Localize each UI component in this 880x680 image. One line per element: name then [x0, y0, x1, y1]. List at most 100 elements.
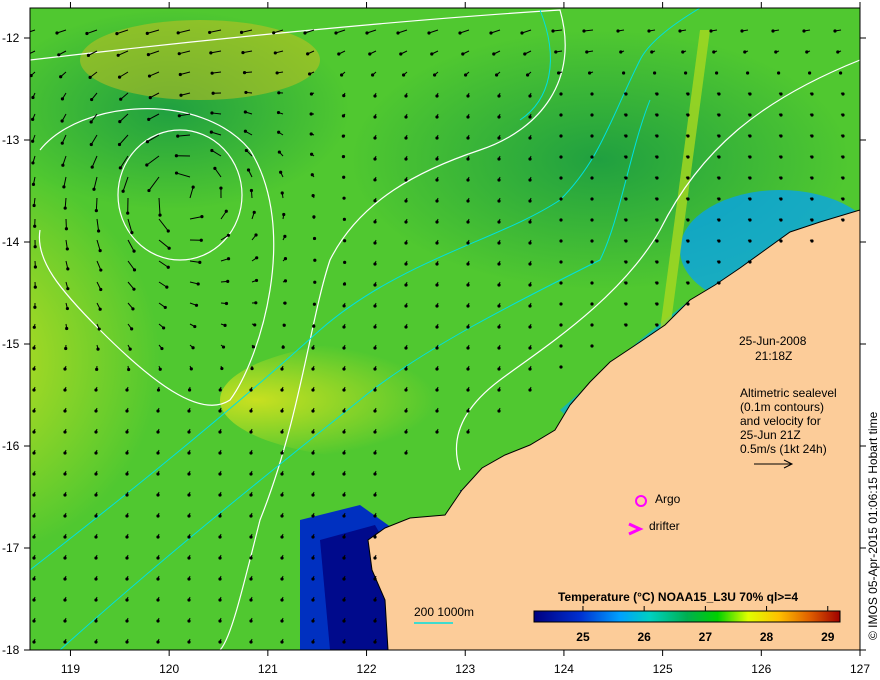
velocity-arrow-head — [404, 325, 408, 329]
velocity-arrow-head — [177, 52, 181, 56]
velocity-arrow-head — [98, 307, 102, 311]
velocity-arrow-head — [748, 134, 752, 138]
velocity-arrow-head — [125, 619, 129, 623]
velocity-arrow-head — [528, 304, 532, 308]
velocity-arrow-head — [312, 302, 317, 306]
velocity-arrow-head — [156, 619, 160, 623]
velocity-arrow-head — [717, 155, 721, 159]
velocity-arrow-head — [63, 430, 67, 434]
velocity-arrow-head — [717, 218, 721, 222]
velocity-arrow-head — [373, 136, 377, 140]
velocity-arrow-head — [125, 472, 129, 476]
velocity-arrow-head — [520, 31, 524, 35]
velocity-arrow-head — [435, 136, 439, 140]
velocity-arrow-head — [99, 268, 103, 272]
velocity-arrow-head — [590, 344, 594, 348]
velocity-arrow-head — [280, 598, 284, 602]
velocity-arrow-head — [179, 93, 183, 97]
annotation-line: 0.5m/s (1kt 24h) — [740, 442, 827, 456]
velocity-arrow-head — [435, 388, 439, 392]
velocity-arrow-head — [624, 239, 628, 243]
velocity-arrow-head — [686, 176, 690, 180]
velocity-arrow-head — [839, 71, 843, 75]
velocity-arrow-head — [244, 90, 248, 95]
velocity-arrow-head — [712, 50, 716, 54]
velocity-arrow-head — [343, 239, 347, 243]
velocity-arrow-head — [249, 409, 253, 413]
velocity-arrow-head — [125, 451, 129, 455]
velocity-arrow-head — [63, 640, 67, 644]
velocity-arrow-head — [559, 176, 563, 180]
velocity-arrow-head — [210, 148, 214, 153]
velocity-arrow-head — [32, 640, 36, 644]
velocity-arrow-head — [249, 472, 253, 476]
velocity-arrow-head — [466, 367, 470, 371]
colorbar — [533, 610, 841, 623]
velocity-arrow-head — [178, 72, 182, 77]
velocity-arrow-head — [55, 31, 59, 35]
velocity-arrow-head — [466, 241, 470, 245]
velocity-arrow-head — [311, 388, 315, 392]
velocity-arrow-head — [686, 218, 690, 222]
velocity-arrow-head — [678, 29, 682, 33]
velocity-arrow-head — [528, 241, 532, 245]
velocity-arrow-head — [497, 115, 501, 119]
velocity-arrow-head — [33, 305, 37, 309]
velocity-arrow-head — [125, 409, 129, 413]
velocity-arrow-head — [466, 199, 470, 203]
velocity-arrow-head — [435, 409, 439, 413]
annotation-line: (0.1m contours) — [740, 400, 825, 414]
velocity-arrow-head — [280, 640, 284, 644]
velocity-arrow-head — [590, 239, 594, 243]
velocity-arrow-head — [404, 346, 408, 350]
velocity-arrow-head — [368, 52, 372, 56]
velocity-arrow-head — [64, 346, 68, 351]
velocity-arrow-head — [342, 472, 346, 476]
velocity-arrow-head — [218, 472, 222, 476]
velocity-arrow-head — [528, 388, 532, 392]
velocity-arrow-head — [249, 493, 253, 497]
colorbar-tick-label: 28 — [759, 630, 774, 644]
velocity-arrow-head — [125, 535, 129, 539]
velocity-arrow-head — [311, 451, 315, 455]
velocity-arrow-head — [435, 430, 439, 434]
velocity-arrow-head — [435, 367, 439, 371]
velocity-arrow-head — [342, 409, 346, 413]
velocity-arrow-head — [220, 366, 224, 371]
velocity-arrow-head — [303, 31, 307, 35]
velocity-arrow-head — [156, 535, 160, 539]
velocity-arrow-head — [810, 92, 814, 96]
velocity-arrow-head — [162, 326, 166, 330]
velocity-arrow-head — [94, 409, 98, 413]
velocity-arrow-head — [309, 112, 313, 116]
velocity-arrow-head — [373, 556, 377, 560]
velocity-arrow-head — [590, 155, 594, 159]
velocity-arrow-head — [62, 185, 66, 189]
velocity-arrow-head — [341, 134, 345, 138]
velocity-arrow-head — [280, 493, 284, 497]
velocity-arrow-head — [249, 640, 253, 644]
velocity-arrow-head — [373, 577, 377, 581]
velocity-arrow-head — [166, 265, 170, 269]
velocity-arrow-head — [243, 110, 247, 114]
velocity-arrow-head — [94, 640, 98, 644]
velocity-arrow-head — [686, 302, 690, 306]
velocity-arrow-head — [624, 323, 628, 327]
velocity-arrow-head — [559, 197, 563, 201]
velocity-arrow-head — [342, 493, 346, 497]
velocity-arrow-head — [166, 229, 170, 233]
velocity-arrow-head — [551, 29, 555, 33]
velocity-arrow-head — [466, 388, 470, 392]
velocity-arrow-head — [404, 409, 408, 413]
velocity-arrow-head — [435, 283, 439, 287]
velocity-arrow-head — [311, 619, 315, 623]
velocity-arrow-head — [127, 367, 131, 372]
x-tick-label: 120 — [159, 662, 180, 676]
velocity-arrow-head — [66, 267, 70, 271]
velocity-arrow-head — [174, 171, 179, 175]
velocity-arrow-head — [808, 71, 812, 75]
velocity-arrow-head — [221, 345, 226, 349]
velocity-arrow-head — [313, 258, 317, 262]
velocity-arrow-head — [342, 451, 346, 455]
annotation-line: Altimetric sealevel — [740, 386, 837, 400]
